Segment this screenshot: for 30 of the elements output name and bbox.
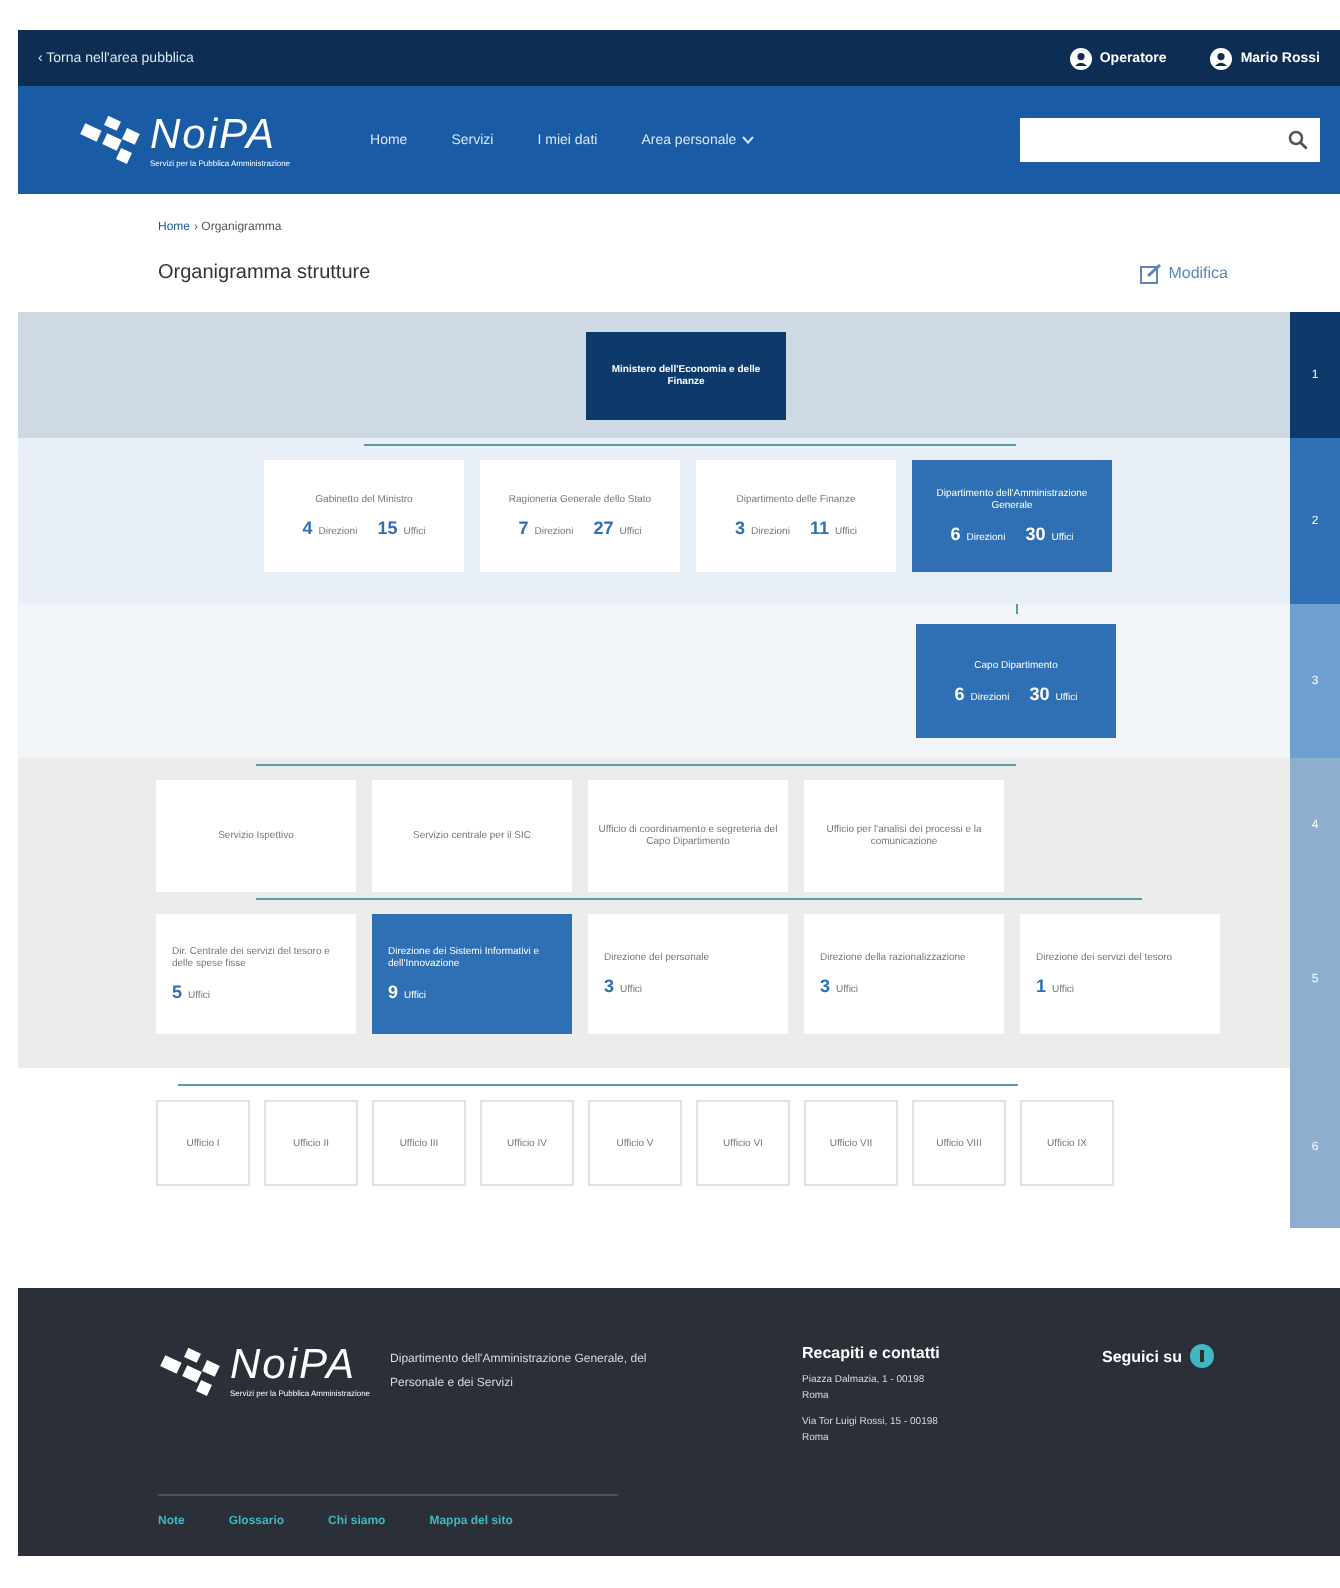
logo-icon xyxy=(158,1345,226,1397)
count: 3 xyxy=(820,976,831,996)
count: 5 xyxy=(172,982,183,1002)
count: 6 xyxy=(954,683,965,703)
count: 3 xyxy=(734,518,745,538)
search-field[interactable] xyxy=(1020,118,1320,162)
count: 4 xyxy=(302,518,313,538)
count: 30 xyxy=(1025,524,1046,544)
count: 1 xyxy=(1036,976,1047,996)
logo-text: NoiPA xyxy=(150,113,278,157)
search-icon xyxy=(1288,130,1308,150)
user-icon xyxy=(1069,47,1092,69)
count: 30 xyxy=(1029,683,1050,703)
contacts-title: Recapiti e contatti xyxy=(802,1344,942,1362)
logo-text: NoiPA xyxy=(230,1344,358,1388)
count: 7 xyxy=(518,518,529,538)
edit-icon xyxy=(1140,263,1163,283)
user-icon xyxy=(1210,47,1233,69)
logo-icon xyxy=(78,114,146,166)
count: 27 xyxy=(593,518,614,538)
count: 3 xyxy=(604,976,615,996)
count: 15 xyxy=(377,518,398,538)
edit-button[interactable]: Modifica xyxy=(1140,263,1228,283)
count: 11 xyxy=(809,518,829,538)
count: 9 xyxy=(388,982,399,1002)
caret-icon xyxy=(742,136,755,144)
follow-label: Seguici su xyxy=(1102,1347,1183,1365)
page-title: Organigramma strutture xyxy=(158,262,373,284)
count: 6 xyxy=(950,524,961,544)
social-icon xyxy=(1190,1344,1215,1368)
